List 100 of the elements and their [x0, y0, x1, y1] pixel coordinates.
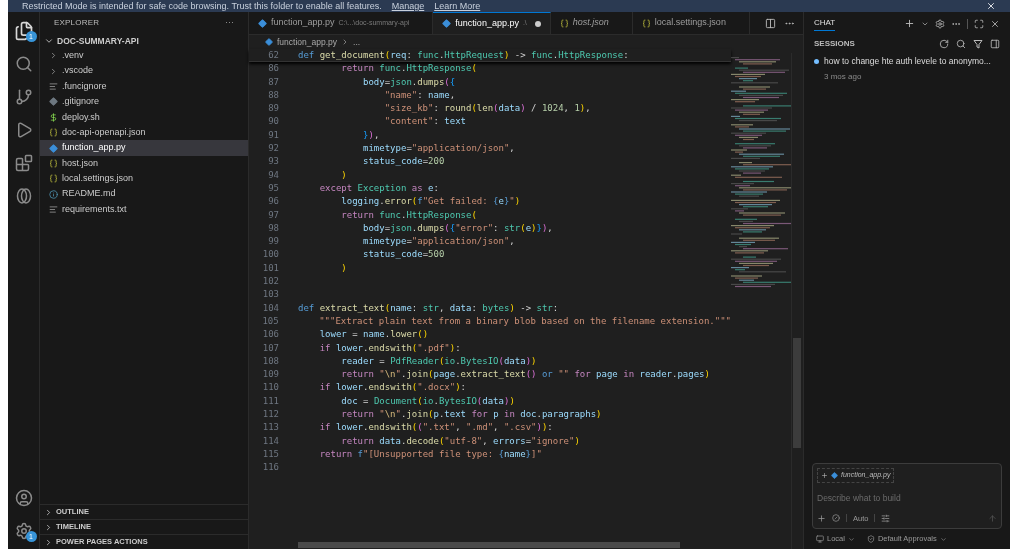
code-line: return data.decode("utf-8", errors="ignore") [340, 434, 580, 448]
vertical-scrollbar[interactable] [793, 338, 801, 448]
plus-icon[interactable] [904, 18, 915, 29]
chat-tab[interactable]: CHAT [814, 16, 836, 31]
explorer-item[interactable]: deploy.sh [40, 109, 248, 125]
code-line: lower = name.lower() [318, 328, 429, 342]
session-item[interactable]: how to change hte auth levele to anonymo... 3 mos ago [804, 53, 1010, 85]
code-line: mimetype="application/json", [362, 235, 515, 249]
breadcrumb-item[interactable]: ... [353, 35, 361, 49]
explorer-item[interactable]: function_app.py [40, 140, 248, 156]
explorer-item[interactable]: host.json [40, 155, 248, 172]
plus-icon [821, 472, 828, 479]
refresh-icon[interactable] [939, 39, 949, 49]
account-icon[interactable] [14, 488, 33, 507]
breadcrumb-item[interactable]: function_app.py [277, 35, 338, 49]
code-line: "size_kb": round(len(data) / 1024, 1), [383, 102, 591, 116]
banner-message: Restricted Mode is intended for safe code browsing. Trust this folder to enable all features. [22, 0, 382, 12]
explorer-item[interactable]: .venv [40, 48, 248, 64]
line-number: 115 [261, 447, 279, 461]
settings-icon[interactable] [935, 18, 945, 29]
line-number: 116 [261, 461, 279, 475]
line-number: 114 [261, 434, 279, 448]
code-line: def get_document(req: func.HttpRequest) -> func.HttpResponse: [298, 49, 629, 62]
line-number: 106 [261, 328, 279, 342]
explorer-item[interactable]: README.md [40, 186, 248, 202]
code-line: status_code=500 [362, 248, 445, 262]
code-line: "name": name, [383, 88, 456, 102]
line-number: 96 [267, 195, 279, 209]
explorer-item[interactable]: .gitignore [40, 94, 248, 110]
split-editor-icon[interactable] [765, 17, 776, 29]
line-number: 100 [261, 248, 279, 262]
settings-icon[interactable] [14, 521, 33, 540]
close-icon[interactable] [986, 1, 996, 11]
braces-icon [641, 18, 651, 28]
search-icon[interactable] [956, 39, 966, 49]
line-number: 86 [267, 62, 279, 76]
plus-icon[interactable] [817, 513, 826, 523]
explorer-item[interactable]: doc-api-openapi.json [40, 124, 248, 141]
source-control-icon[interactable] [14, 87, 33, 106]
line-number: 98 [267, 221, 279, 235]
maximize-icon[interactable] [974, 18, 984, 29]
explorer-item[interactable]: local.settings.json [40, 171, 248, 187]
line-number: 109 [261, 368, 279, 382]
python-file-icon [49, 143, 58, 153]
folder-header[interactable]: DOC-SUMMARY-API [40, 34, 248, 48]
dollar-icon [49, 112, 58, 122]
extensions-icon[interactable] [14, 153, 33, 172]
code-line: except Exception as e: [318, 181, 439, 195]
more-actions[interactable]: ··· [225, 16, 234, 30]
explorer-item[interactable]: .funcignore [40, 78, 248, 95]
code-line: reader = PdfReader(io.BytesIO(data)) [340, 354, 537, 368]
diamond-icon [49, 97, 58, 107]
code-line: return func.HttpResponse( [340, 62, 477, 76]
python-file-icon [831, 472, 838, 479]
line-number: 62 [267, 49, 279, 62]
files-icon[interactable] [13, 20, 34, 41]
python-file-icon [442, 19, 452, 28]
line-number: 92 [267, 142, 279, 156]
line-number: 94 [267, 168, 279, 182]
side-panel-icon[interactable] [990, 39, 1000, 49]
line-number: 104 [261, 301, 279, 315]
banner-link[interactable]: Manage [391, 0, 425, 12]
braces-icon [49, 158, 58, 168]
code-line: return "\n".join(p.text for p in doc.paragraphs) [340, 408, 602, 421]
line-number: 111 [261, 394, 279, 408]
chevron-down-icon [847, 535, 855, 543]
monitor-icon [816, 535, 824, 543]
line-number: 99 [267, 235, 279, 249]
linked-rings-icon[interactable] [14, 186, 33, 205]
sessions-heading: SESSIONS [814, 38, 855, 50]
sliders-icon[interactable] [881, 513, 891, 523]
editor-tab[interactable]: local.settings.json [632, 12, 750, 34]
code-line: }), [362, 128, 380, 142]
circle-slash-icon[interactable] [832, 514, 840, 523]
code-line: ) [340, 168, 347, 182]
banner-link[interactable]: Learn More [434, 0, 481, 12]
line-number: 91 [267, 128, 279, 142]
session-title: how to change hte auth levele to anonymo... [824, 55, 991, 68]
code-line: mimetype="application/json", [362, 142, 515, 156]
code-line: if lower.endswith(".docx"): [318, 381, 466, 395]
close-icon[interactable] [990, 18, 1000, 29]
filter-icon[interactable] [973, 39, 983, 49]
line-number: 102 [261, 275, 279, 289]
line-number: 105 [261, 314, 279, 328]
explorer-item[interactable]: .vscode [40, 63, 248, 79]
line-number: 101 [261, 261, 279, 275]
code-line: return "\n".join(page.extract_text() or "" for page in reader.pages) [340, 368, 710, 382]
code-line: if lower.endswith(".pdf"): [318, 341, 461, 355]
line-number: 103 [261, 288, 279, 302]
shield-icon [866, 535, 875, 543]
code-line: ) [340, 261, 347, 275]
editor-tab[interactable]: host.json [550, 12, 633, 34]
info-icon [49, 189, 58, 199]
line-number: 108 [261, 354, 279, 368]
horizontal-scrollbar[interactable] [298, 542, 680, 548]
braces-icon [559, 18, 569, 28]
chevron-down-icon [44, 36, 54, 46]
explorer-item[interactable]: requirements.txt [40, 201, 248, 218]
python-file-icon [265, 38, 273, 46]
search-icon[interactable] [14, 54, 33, 73]
